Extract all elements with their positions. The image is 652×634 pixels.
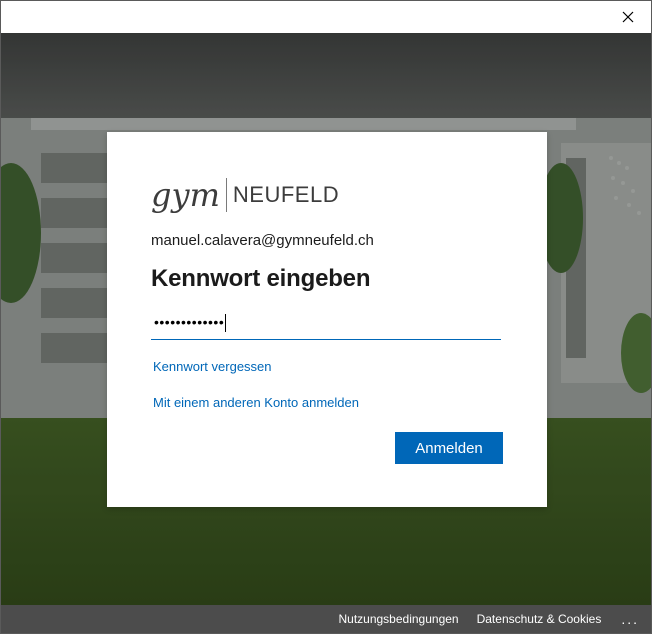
- password-mask: •••••••••••••: [154, 314, 225, 330]
- logo-gym-text: gym: [151, 176, 220, 214]
- login-window: gym NEUFELD manuel.calavera@gymneufeld.c…: [0, 0, 652, 634]
- other-account-link[interactable]: Mit einem anderen Konto anmelden: [153, 395, 359, 410]
- more-options-button[interactable]: ...: [621, 611, 639, 627]
- logo-neufeld-text: NEUFELD: [232, 182, 340, 207]
- title-bar: [1, 1, 651, 33]
- text-cursor: [225, 314, 227, 333]
- signin-card: gym NEUFELD manuel.calavera@gymneufeld.c…: [107, 132, 547, 507]
- password-value: •••••••••••••: [154, 314, 227, 333]
- terms-link[interactable]: Nutzungsbedingungen: [338, 612, 458, 626]
- close-button[interactable]: [605, 1, 651, 33]
- organization-logo: gym NEUFELD: [151, 177, 339, 213]
- page-title: Kennwort eingeben: [151, 265, 371, 292]
- close-icon: [622, 11, 634, 23]
- signin-button[interactable]: Anmelden: [395, 432, 503, 464]
- footer-bar: Nutzungsbedingungen Datenschutz & Cookie…: [1, 605, 651, 633]
- account-email: manuel.calavera@gymneufeld.ch: [151, 232, 374, 249]
- forgot-password-link[interactable]: Kennwort vergessen: [153, 359, 272, 374]
- logo-separator: [225, 178, 227, 212]
- privacy-link[interactable]: Datenschutz & Cookies: [477, 612, 602, 626]
